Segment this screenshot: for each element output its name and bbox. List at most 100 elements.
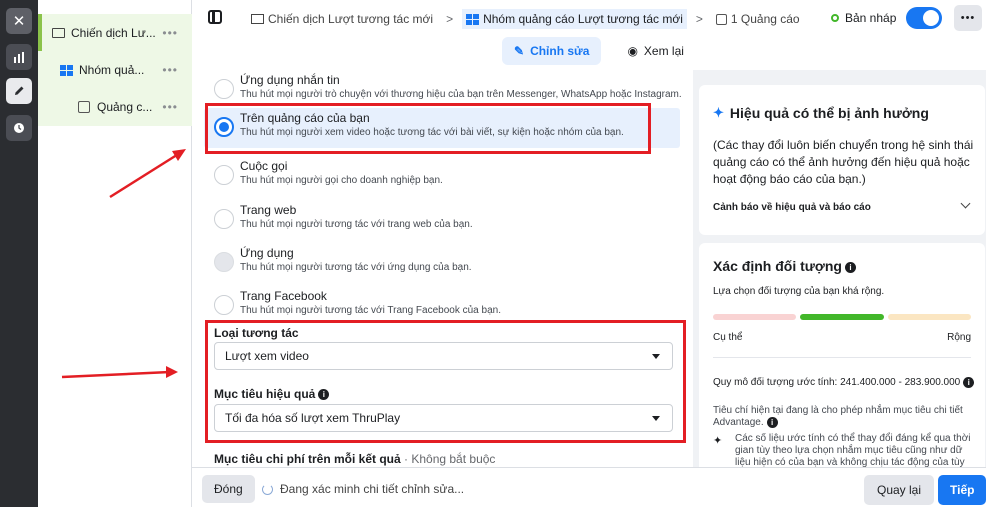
option-title: Cuộc gọi	[240, 159, 288, 173]
audience-card: Xác định đối tượng i Lựa chọn đối tượng c…	[699, 243, 985, 473]
close-button[interactable]: Đóng	[202, 475, 255, 503]
option-title: Ứng dụng	[240, 246, 294, 260]
option-on-ad[interactable]: Trên quảng cáo của bạn Thu hút mọi người…	[204, 108, 680, 148]
radio-button[interactable]	[214, 117, 234, 137]
radio-button[interactable]	[214, 252, 234, 272]
radio-button[interactable]	[214, 79, 234, 99]
sparkle-icon: ✦	[713, 105, 724, 120]
crumb-campaign[interactable]: Chiến dịch Lượt tương tác mới	[247, 9, 437, 29]
more-icon[interactable]: •••	[162, 100, 178, 114]
status-dot-icon	[831, 14, 839, 22]
radio-button[interactable]	[214, 209, 234, 229]
engagement-type-label: Loại tương tác	[214, 326, 299, 340]
estimate-note: Các số liệu ước tính có thể thay đổi đán…	[735, 433, 971, 468]
option-desc: Thu hút mọi người tương tác với ứng dụng…	[240, 262, 472, 273]
publish-toggle[interactable]	[906, 7, 942, 29]
meter-label-broad: Rộng	[947, 332, 971, 343]
meter-seg-broad	[887, 314, 971, 320]
engagement-type-select[interactable]: Lượt xem video	[214, 342, 673, 370]
chart-icon[interactable]	[6, 44, 32, 70]
tree-item-label: Chiến dịch Lư...	[71, 26, 156, 40]
performance-goal-label: Mục tiêu hiệu quả i	[214, 387, 330, 401]
info-icon[interactable]: i	[318, 389, 330, 401]
cost-goal-label: Mục tiêu chi phí trên mỗi kết quả · Khôn…	[214, 452, 495, 466]
radio-button[interactable]	[214, 295, 234, 315]
folder-icon	[251, 14, 264, 24]
option-title: Trang web	[240, 203, 297, 217]
sidebar-toggle-icon[interactable]	[208, 10, 222, 24]
option-desc: Thu hút mọi người tương tác với Trang Fa…	[240, 305, 501, 316]
more-button[interactable]: •••	[954, 5, 982, 31]
info-icon[interactable]: i	[963, 377, 975, 388]
ad-icon	[715, 13, 727, 25]
radio-button[interactable]	[214, 165, 234, 185]
meter-seg-specific	[713, 314, 797, 320]
audience-size-text: Quy mô đối tượng ước tính: 241.400.000 -…	[713, 377, 961, 389]
tree-item-ad[interactable]: Quảng c... •••	[38, 88, 192, 126]
tree-item-adset[interactable]: Nhóm quả... •••	[38, 51, 192, 89]
grid-icon	[466, 13, 480, 25]
option-desc: Thu hút mọi người trò chuyện với thương …	[240, 89, 682, 100]
option-title: Ứng dụng nhắn tin	[240, 73, 340, 87]
label-text: Mục tiêu chi phí trên mỗi kết quả	[214, 452, 401, 466]
grid-icon	[60, 64, 73, 76]
card-title-text: Xác định đối tượng	[713, 258, 842, 274]
option-title: Trên quảng cáo của bạn	[240, 111, 370, 125]
card-title: ✦ Hiệu quả có thể bị ảnh hưởng	[713, 105, 929, 121]
more-icon[interactable]: •••	[162, 63, 178, 77]
performance-card: ✦ Hiệu quả có thể bị ảnh hưởng (Các thay…	[699, 85, 985, 235]
close-icon[interactable]: ✕	[6, 8, 32, 34]
info-icon[interactable]: i	[766, 417, 778, 428]
option-title: Trang Facebook	[240, 289, 327, 303]
eye-icon: ◉	[627, 44, 638, 58]
trend-icon: ✦	[713, 435, 723, 447]
option-calls[interactable]: Cuộc gọi Thu hút mọi người gọi cho doanh…	[204, 156, 680, 196]
tab-label: Chỉnh sửa	[530, 44, 590, 58]
tab-edit[interactable]: ✎ Chỉnh sửa	[502, 37, 602, 65]
optional-text: · Không bắt buộc	[400, 452, 496, 466]
clock-icon[interactable]	[6, 115, 32, 141]
card-body: (Các thay đổi luôn biến chuyển trong hệ …	[713, 138, 974, 186]
performance-goal-select[interactable]: Tối đa hóa số lượt xem ThruPlay	[214, 404, 673, 432]
select-value: Lượt xem video	[225, 349, 309, 363]
label-text: Mục tiêu hiệu quả	[214, 387, 316, 401]
audience-meter	[713, 314, 971, 320]
criteria-label: Tiêu chí hiện tại đang là cho phép nhắm …	[713, 405, 963, 429]
crumb-label: Chiến dịch Lượt tương tác mới	[268, 12, 434, 26]
option-messaging[interactable]: Ứng dụng nhắn tin Thu hút mọi người trò …	[204, 70, 682, 110]
back-button[interactable]: Quay lại	[864, 475, 935, 505]
tree-item-campaign[interactable]: Chiến dịch Lư... •••	[38, 14, 192, 52]
option-desc: Thu hút mọi người gọi cho doanh nghiệp b…	[240, 175, 443, 186]
option-desc: Thu hút mọi người xem video hoặc tương t…	[240, 127, 624, 138]
more-icon[interactable]: •••	[162, 26, 178, 40]
tree-item-label: Quảng c...	[97, 100, 153, 114]
draft-status: Bản nháp	[831, 11, 896, 25]
pencil-icon: ✎	[514, 44, 525, 58]
card-title-text: Hiệu quả có thể bị ảnh hưởng	[729, 105, 929, 121]
option-facebook-page[interactable]: Trang Facebook Thu hút mọi người tương t…	[204, 286, 680, 326]
divider	[713, 357, 971, 358]
tab-review[interactable]: ◉ Xem lại	[615, 37, 696, 65]
option-desc: Thu hút mọi người tương tác với trang we…	[240, 219, 473, 230]
select-value: Tối đa hóa số lượt xem ThruPlay	[225, 411, 401, 425]
option-website[interactable]: Trang web Thu hút mọi người tương tác vớ…	[204, 200, 680, 240]
chevron-down-icon[interactable]	[960, 198, 971, 209]
audience-size: Quy mô đối tượng ước tính: 241.400.000 -…	[713, 377, 975, 389]
option-app[interactable]: Ứng dụng Thu hút mọi người tương tác với…	[204, 243, 680, 283]
info-icon[interactable]: i	[844, 261, 856, 273]
folder-icon	[52, 28, 65, 38]
verify-status: Đang xác minh chi tiết chỉnh sửa...	[280, 482, 465, 496]
audience-desc: Lựa chọn đối tượng của bạn khá rộng.	[713, 286, 885, 297]
breadcrumb: Chiến dịch Lượt tương tác mới > Nhóm quả…	[247, 9, 804, 29]
crumb-adset[interactable]: Nhóm quảng cáo Lượt tương tác mới	[462, 9, 687, 29]
meter-label-specific: Cụ thể	[713, 332, 743, 343]
warning-link[interactable]: Cảnh báo về hiệu quả và báo cáo	[713, 202, 871, 213]
crumb-ad[interactable]: 1 Quảng cáo	[712, 9, 804, 29]
main-form: Ứng dụng nhắn tin Thu hút mọi người trò …	[192, 70, 693, 467]
next-button[interactable]: Tiếp	[938, 475, 986, 505]
caret-down-icon	[652, 416, 660, 421]
crumb-label: 1 Quảng cáo	[730, 12, 800, 26]
pencil-icon[interactable]	[6, 78, 32, 104]
meter-seg-active	[800, 314, 884, 320]
ad-icon	[78, 101, 90, 113]
